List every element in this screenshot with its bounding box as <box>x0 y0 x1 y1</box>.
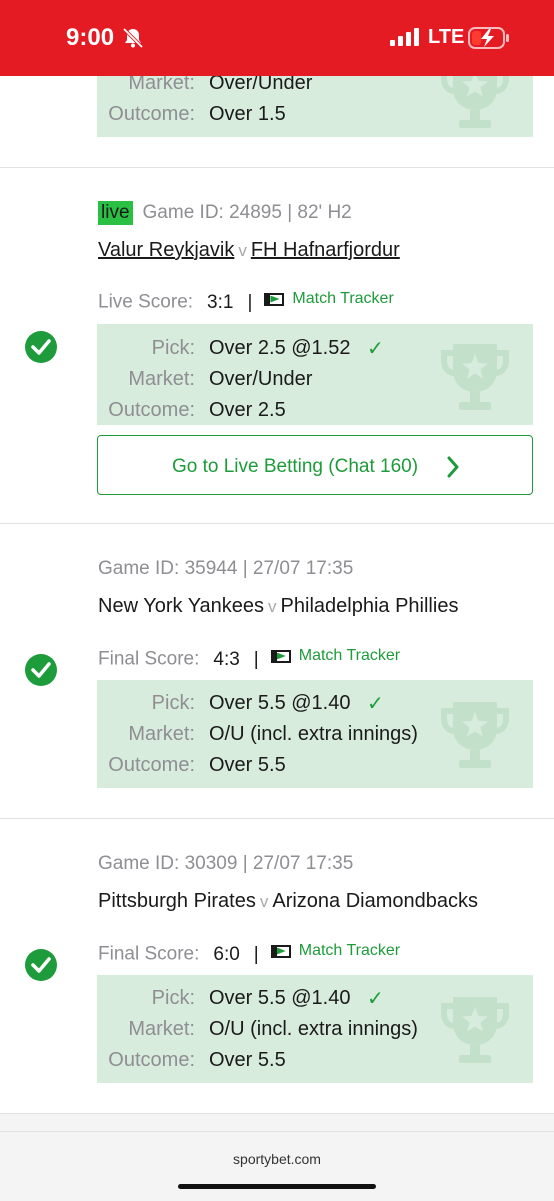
score-label: Final Score: <box>98 648 200 670</box>
match-teams: New York Yankees v Philadelphia Phillies <box>98 595 458 618</box>
score-value: 4:3 <box>213 648 240 670</box>
game-id: Game ID: 30309 | 27/07 17:35 <box>98 853 354 874</box>
live-badge: live <box>98 201 133 225</box>
market-value: O/U (incl. extra innings) <box>209 1018 418 1040</box>
outcome-label: Outcome: <box>108 399 195 421</box>
game-id-line: live Game ID: 24895 | 82' H2 <box>98 201 352 225</box>
pick-check-icon: ✓ <box>367 988 384 1010</box>
versus-label: v <box>238 241 247 260</box>
market-value: Over/Under <box>209 76 313 94</box>
status-time: 9:00 <box>66 24 115 51</box>
signal-icon <box>390 28 419 46</box>
score-label: Live Score: <box>98 291 194 313</box>
pick-label: Pick: <box>151 337 195 359</box>
outcome-value: Over 2.5 <box>209 399 286 421</box>
match-tracker-link[interactable]: Match Tracker <box>270 647 401 665</box>
outcome-label: Outcome: <box>108 103 195 125</box>
market-label: Market: <box>128 76 195 94</box>
market-label: Market: <box>128 368 195 390</box>
bet-card-partial: Market: Over/Under Outcome: Over 1.5 <box>0 76 554 167</box>
trophy-icon <box>441 344 509 410</box>
bet-card: Game ID: 35944 | 27/07 17:35 New York Ya… <box>0 524 554 818</box>
browser-address-bar[interactable]: sportybet.com <box>0 1131 554 1201</box>
versus-label: v <box>259 892 269 911</box>
market-label: Market: <box>128 723 195 745</box>
pick-value: Over 5.5 @1.40 <box>209 987 351 1009</box>
pick-box: Pick: Over 5.5 @1.40 ✓ Market: O/U (incl… <box>97 975 533 1083</box>
home-indicator[interactable] <box>178 1184 376 1189</box>
pick-value: Over 2.5 @1.52 <box>209 337 351 359</box>
pick-box: Pick: Over 2.5 @1.52 ✓ Market: Over/Unde… <box>97 324 533 425</box>
outcome-value: Over 1.5 <box>209 103 286 125</box>
away-team[interactable]: FH Hafnarfjordur <box>251 239 400 261</box>
score-line: Live Score: 3:1 | Match Tracker <box>98 290 394 314</box>
match-teams[interactable]: Valur Reykjavik v FH Hafnarfjordur <box>98 239 400 262</box>
network-type: LTE <box>428 26 465 48</box>
match-teams: Pittsburgh Pirates v Arizona Diamondbacks <box>98 890 478 913</box>
outcome-value: Over 5.5 <box>209 1049 286 1071</box>
market-label: Market: <box>128 1018 195 1040</box>
versus-label: v <box>268 597 277 616</box>
match-tracker-label: Match Tracker <box>292 290 394 307</box>
outcome-label: Outcome: <box>108 1049 195 1071</box>
home-team[interactable]: Valur Reykjavik <box>98 239 234 261</box>
home-team: New York Yankees <box>98 595 265 617</box>
chevron-right-icon <box>447 456 459 478</box>
pick-value: Over 5.5 @1.40 <box>209 692 351 714</box>
market-value: Over/Under <box>209 368 313 390</box>
score-value: 3:1 <box>207 291 234 313</box>
score-value: 6:0 <box>213 943 240 965</box>
pick-check-icon: ✓ <box>367 693 384 715</box>
site-url[interactable]: sportybet.com <box>0 1151 554 1167</box>
score-separator: | <box>253 943 259 965</box>
battery-charging-icon <box>468 27 509 49</box>
game-id: Game ID: 24895 | 82' H2 <box>142 202 352 223</box>
status-bar: 9:00 LTE <box>0 0 554 76</box>
score-separator: | <box>247 291 253 313</box>
match-tracker-link[interactable]: Match Tracker <box>264 290 394 308</box>
game-id: Game ID: 35944 | 27/07 17:35 <box>98 558 354 579</box>
won-check-icon <box>25 331 57 363</box>
home-team: Pittsburgh Pirates <box>98 890 256 912</box>
score-line: Final Score: 4:3 | Match Tracker <box>98 647 400 671</box>
score-separator: | <box>253 648 259 670</box>
tracker-icon <box>270 649 291 663</box>
outcome-label: Outcome: <box>108 754 195 776</box>
match-tracker-label: Match Tracker <box>298 942 401 959</box>
match-tracker-label: Match Tracker <box>298 647 401 664</box>
bell-muted-icon <box>122 27 144 49</box>
won-check-icon <box>25 654 57 686</box>
bet-card: Game ID: 30309 | 27/07 17:35 Pittsburgh … <box>0 819 554 1113</box>
away-team: Arizona Diamondbacks <box>272 890 479 912</box>
match-tracker-link[interactable]: Match Tracker <box>270 942 401 960</box>
bet-card: live Game ID: 24895 | 82' H2 Valur Reykja… <box>0 168 554 523</box>
won-check-icon <box>25 949 57 981</box>
score-line: Final Score: 6:0 | Match Tracker <box>98 942 400 966</box>
pick-label: Pick: <box>151 692 195 714</box>
market-value: O/U (incl. extra innings) <box>209 723 418 745</box>
away-team: Philadelphia Phillies <box>280 595 459 617</box>
pick-box: Pick: Over 5.5 @1.40 ✓ Market: O/U (incl… <box>97 680 533 788</box>
outcome-value: Over 5.5 <box>209 754 286 776</box>
trophy-icon <box>441 702 509 768</box>
trophy-icon <box>441 997 509 1063</box>
trophy-icon <box>441 76 509 128</box>
pick-label: Pick: <box>151 987 195 1009</box>
go-to-live-betting-button[interactable]: Go to Live Betting (Chat 160) <box>97 435 533 495</box>
tracker-icon <box>270 944 291 958</box>
tracker-icon <box>264 292 285 306</box>
pick-check-icon: ✓ <box>367 338 384 360</box>
score-label: Final Score: <box>98 943 200 965</box>
live-betting-label: Go to Live Betting (Chat 160) <box>171 456 419 477</box>
pick-box: Market: Over/Under Outcome: Over 1.5 <box>97 76 533 137</box>
